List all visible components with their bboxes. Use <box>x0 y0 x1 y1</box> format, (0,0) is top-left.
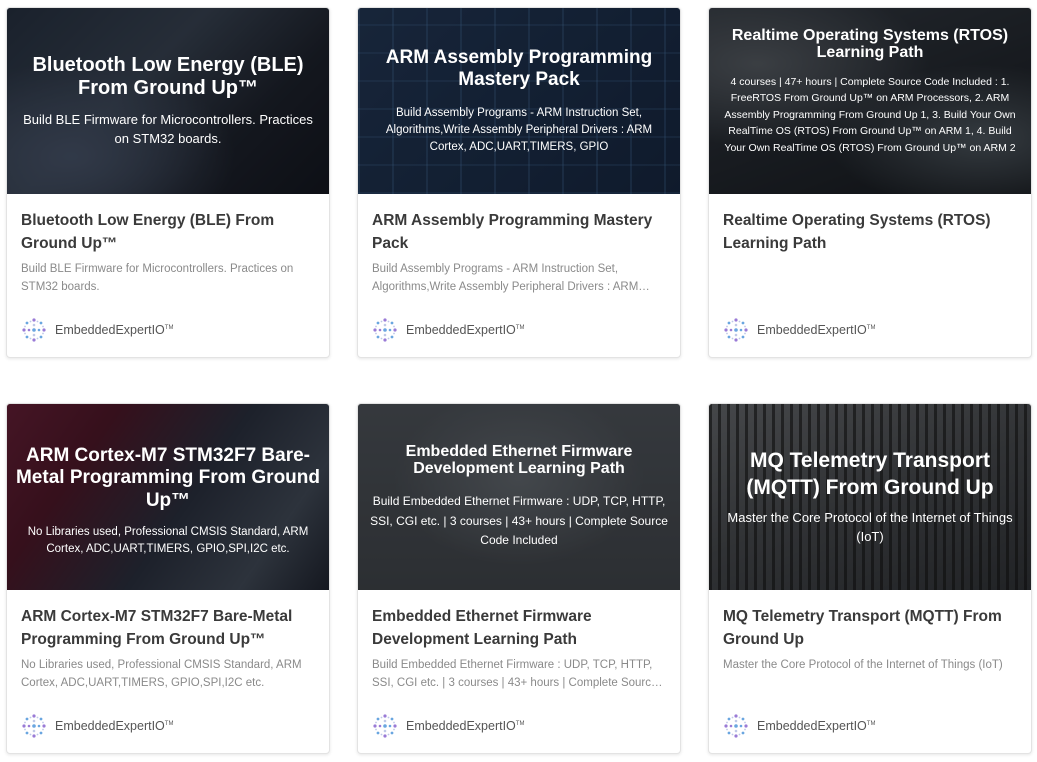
author-name: EmbeddedExpertIOTM <box>55 323 174 337</box>
course-title[interactable]: Bluetooth Low Energy (BLE) From Ground U… <box>21 209 315 256</box>
course-thumbnail[interactable]: Bluetooth Low Energy (BLE) From Ground U… <box>7 8 329 194</box>
thumbnail-overlay <box>358 8 680 194</box>
course-title[interactable]: ARM Assembly Programming Mastery Pack <box>372 209 666 256</box>
course-card-body: ARM Assembly Programming Mastery Pack Bu… <box>358 194 680 357</box>
course-description: Build Embedded Ethernet Firmware : UDP, … <box>372 659 658 690</box>
thumbnail-title: Bluetooth Low Energy (BLE) From Ground U… <box>32 53 304 100</box>
thumbnail-subtitle: No Libraries used, Professional CMSIS St… <box>27 525 309 555</box>
course-thumbnail[interactable]: ARM Cortex-M7 STM32F7 Bare-Metal Program… <box>7 404 329 590</box>
course-card-body: MQ Telemetry Transport (MQTT) From Groun… <box>709 590 1031 753</box>
course-card-arm-assembly[interactable]: ARM Assembly Programming Mastery Pack Bu… <box>357 7 681 358</box>
thumbnail-title: ARM Cortex-M7 STM32F7 Bare-Metal Program… <box>15 444 321 511</box>
author-name: EmbeddedExpertIOTM <box>406 323 525 337</box>
course-card-body: Realtime Operating Systems (RTOS) Learni… <box>709 194 1031 357</box>
embeddedexpertio-logo-icon <box>22 714 46 738</box>
author-row: EmbeddedExpertIOTM <box>723 317 875 343</box>
course-card-mqtt[interactable]: MQ Telemetry Transport (MQTT) From Groun… <box>708 403 1032 754</box>
author-name: EmbeddedExpertIOTM <box>757 323 876 337</box>
thumbnail-subtitle: Master the Core Protocol of the Internet… <box>727 510 1013 545</box>
embeddedexpertio-logo-icon <box>373 318 397 342</box>
course-grid: Bluetooth Low Energy (BLE) From Ground U… <box>0 0 1037 762</box>
embeddedexpertio-logo-icon <box>724 714 748 738</box>
trademark-mark: TM <box>515 324 525 331</box>
course-description: Master the Core Protocol of the Internet… <box>723 659 1003 671</box>
thumbnail-overlay <box>7 8 329 194</box>
course-card-body: Bluetooth Low Energy (BLE) From Ground U… <box>7 194 329 357</box>
trademark-mark: TM <box>866 324 876 331</box>
author-name: EmbeddedExpertIOTM <box>55 719 174 733</box>
author-row: EmbeddedExpertIOTM <box>21 317 173 343</box>
course-description: Build Assembly Programs - ARM Instructio… <box>372 263 639 294</box>
author-name: EmbeddedExpertIOTM <box>406 719 525 733</box>
trademark-mark: TM <box>866 720 876 727</box>
course-thumbnail[interactable]: Embedded Ethernet Firmware Development L… <box>358 404 680 590</box>
thumbnail-subtitle: 4 courses | 47+ hours | Complete Source … <box>724 75 1016 154</box>
trademark-mark: TM <box>164 720 174 727</box>
course-thumbnail[interactable]: ARM Assembly Programming Mastery Pack Bu… <box>358 8 680 194</box>
course-description: Build BLE Firmware for Microcontrollers.… <box>21 263 294 294</box>
course-card-rtos[interactable]: Realtime Operating Systems (RTOS) Learni… <box>708 7 1032 358</box>
author-row: EmbeddedExpertIOTM <box>372 317 524 343</box>
course-card-body: ARM Cortex-M7 STM32F7 Bare-Metal Program… <box>7 590 329 753</box>
embeddedexpertio-logo-icon <box>22 318 46 342</box>
course-thumbnail[interactable]: MQ Telemetry Transport (MQTT) From Groun… <box>709 404 1031 590</box>
thumbnail-title: MQ Telemetry Transport (MQTT) From Groun… <box>746 448 994 500</box>
author-row: EmbeddedExpertIOTM <box>372 713 524 739</box>
course-thumbnail[interactable]: Realtime Operating Systems (RTOS) Learni… <box>709 8 1031 194</box>
thumbnail-subtitle: Build Assembly Programs - ARM Instructio… <box>385 107 653 153</box>
thumbnail-subtitle: Build BLE Firmware for Microcontrollers.… <box>23 111 313 146</box>
course-title[interactable]: ARM Cortex-M7 STM32F7 Bare-Metal Program… <box>21 605 315 652</box>
thumbnail-title: ARM Assembly Programming Mastery Pack <box>385 46 653 90</box>
course-title[interactable]: Embedded Ethernet Firmware Development L… <box>372 605 666 652</box>
embeddedexpertio-logo-icon <box>373 714 397 738</box>
course-card-ble[interactable]: Bluetooth Low Energy (BLE) From Ground U… <box>6 7 330 358</box>
course-description: No Libraries used, Professional CMSIS St… <box>21 659 302 690</box>
thumbnail-subtitle: Build Embedded Ethernet Firmware : UDP, … <box>370 493 668 548</box>
course-card-body: Embedded Ethernet Firmware Development L… <box>358 590 680 753</box>
thumbnail-title: Embedded Ethernet Firmware Development L… <box>405 442 633 478</box>
course-title[interactable]: MQ Telemetry Transport (MQTT) From Groun… <box>723 605 1017 652</box>
author-name: EmbeddedExpertIOTM <box>757 719 876 733</box>
course-description <box>723 260 1017 298</box>
trademark-mark: TM <box>515 720 525 727</box>
embeddedexpertio-logo-icon <box>724 318 748 342</box>
author-row: EmbeddedExpertIOTM <box>723 713 875 739</box>
course-card-stm32f7[interactable]: ARM Cortex-M7 STM32F7 Bare-Metal Program… <box>6 403 330 754</box>
course-title[interactable]: Realtime Operating Systems (RTOS) Learni… <box>723 209 1017 256</box>
thumbnail-title: Realtime Operating Systems (RTOS) Learni… <box>731 27 1009 61</box>
trademark-mark: TM <box>164 324 174 331</box>
author-row: EmbeddedExpertIOTM <box>21 713 173 739</box>
course-card-ethernet[interactable]: Embedded Ethernet Firmware Development L… <box>357 403 681 754</box>
